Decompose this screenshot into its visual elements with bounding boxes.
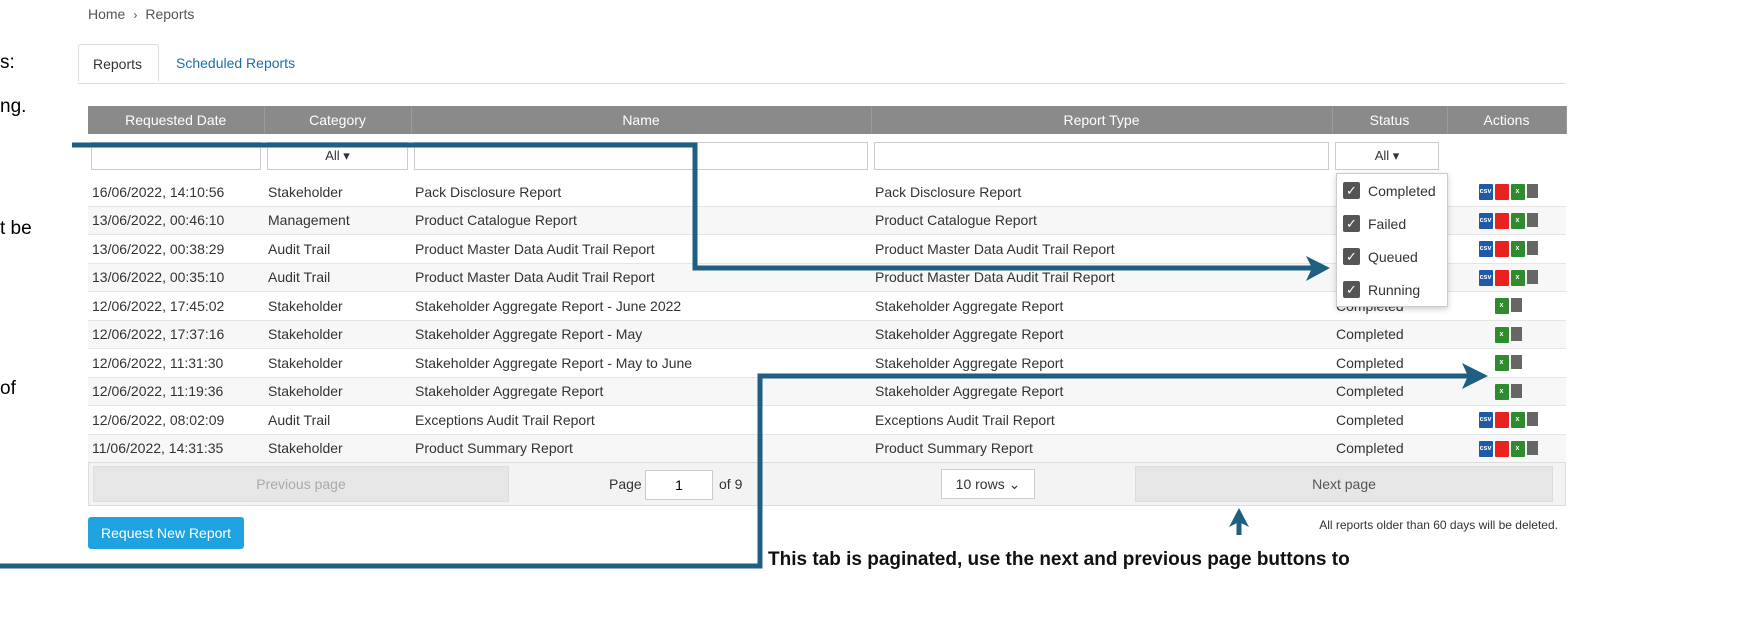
arrow-to-actions [0,373,1472,569]
arrow-to-status-filter [72,142,1320,271]
annotation-arrows [0,142,1488,569]
